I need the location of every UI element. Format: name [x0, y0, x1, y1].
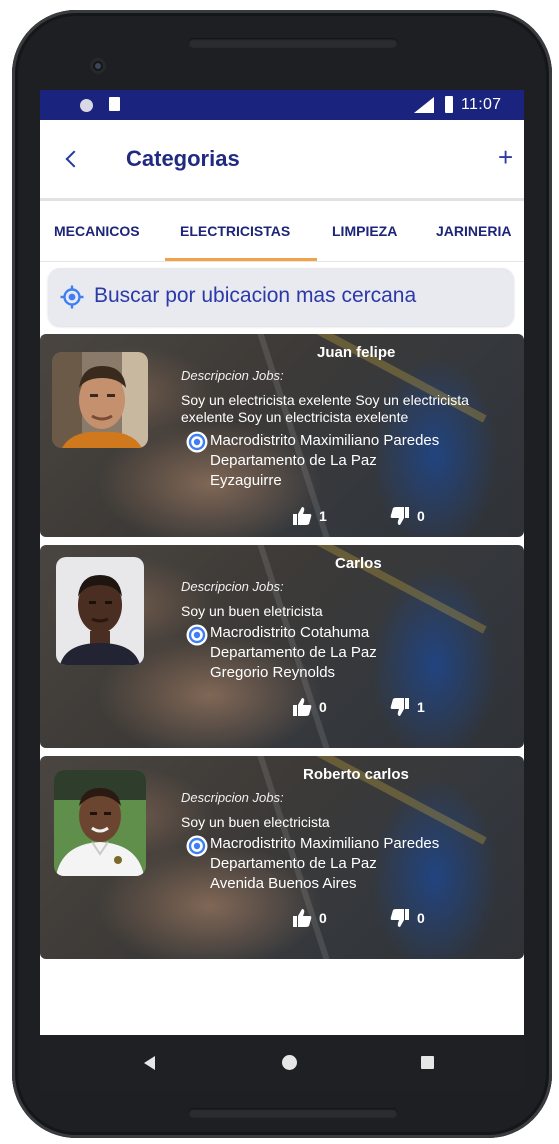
- address-line: Departamento de La Paz: [210, 452, 377, 469]
- my-location-icon: [60, 285, 84, 309]
- status-bar: 11:07: [40, 90, 524, 120]
- avatar: [56, 557, 144, 665]
- thumbs-down-icon: [390, 507, 409, 525]
- address-line: Gregorio Reynolds: [210, 664, 336, 681]
- worker-address: Macrodistrito Maximiliano Paredes Depart…: [210, 834, 439, 894]
- like-count: 1: [319, 508, 327, 524]
- like-button[interactable]: 0: [292, 697, 327, 717]
- tab-jarineria[interactable]: JARINERIA: [436, 223, 511, 239]
- tab-limpieza[interactable]: LIMPIEZA: [332, 223, 397, 239]
- nav-home-icon[interactable]: [282, 1055, 297, 1070]
- nearest-location-button[interactable]: Buscar por ubicacion mas cercana: [48, 268, 514, 326]
- description-label: Descripcion Jobs:: [181, 790, 284, 805]
- bottom-speaker: [188, 1108, 398, 1118]
- like-button[interactable]: 1: [292, 506, 327, 526]
- nav-back-icon[interactable]: [144, 1056, 155, 1070]
- tabs-divider: [40, 261, 524, 262]
- like-count: 0: [319, 910, 327, 926]
- top-speaker: [188, 38, 398, 48]
- thumbs-up-icon: [293, 698, 312, 716]
- worker-card[interactable]: Roberto carlos Descripcion Jobs: Soy un …: [40, 756, 524, 959]
- address-line: Macrodistrito Cotahuma: [210, 624, 370, 641]
- description-text: Soy un electricista exelente Soy un elec…: [181, 392, 469, 425]
- category-tabs: MECANICOS ELECTRICISTAS LIMPIEZA JARINER…: [40, 201, 524, 261]
- description-label: Descripcion Jobs:: [181, 579, 284, 594]
- worker-address: Macrodistrito Maximiliano Paredes Depart…: [210, 431, 439, 491]
- thumbs-up-icon: [293, 909, 312, 927]
- dislike-count: 0: [417, 910, 425, 926]
- signal-icon: [414, 97, 434, 113]
- system-nav-bar: [40, 1035, 524, 1090]
- address-line: Eyzaguirre: [210, 472, 282, 489]
- screen: 11:07 Categorias + MECANICOS ELECTRICIST…: [40, 90, 524, 1090]
- front-camera: [90, 58, 106, 74]
- description-text: Soy un buen eletricista: [181, 603, 323, 619]
- avatar: [54, 770, 146, 876]
- avatar: [52, 352, 148, 448]
- like-count: 0: [319, 699, 327, 715]
- phone-frame: 11:07 Categorias + MECANICOS ELECTRICIST…: [12, 10, 552, 1138]
- dislike-count: 1: [417, 699, 425, 715]
- dislike-button[interactable]: 1: [390, 697, 425, 717]
- description-text: Soy un buen electricista: [181, 814, 330, 830]
- address-line: Macrodistrito Maximiliano Paredes: [210, 432, 440, 449]
- worker-name: Juan felipe: [317, 344, 396, 361]
- worker-address: Macrodistrito Cotahuma Departamento de L…: [210, 623, 377, 683]
- tab-electricistas[interactable]: ELECTRICISTAS: [180, 223, 290, 239]
- nav-recents-icon[interactable]: [421, 1056, 434, 1069]
- address-line: Departamento de La Paz: [210, 644, 377, 661]
- chevron-left-icon[interactable]: [65, 150, 83, 168]
- app-bar: Categorias +: [40, 120, 524, 198]
- address-line: Departamento de La Paz: [210, 855, 377, 872]
- page-title: Categorias: [126, 146, 240, 171]
- status-time: 11:07: [461, 96, 502, 113]
- description-label: Descripcion Jobs:: [181, 368, 284, 383]
- sim-card-icon: [109, 97, 120, 111]
- notification-dot-icon: [80, 99, 93, 112]
- dislike-count: 0: [417, 508, 425, 524]
- location-search-label: Buscar por ubicacion mas cercana: [94, 284, 417, 307]
- like-button[interactable]: 0: [292, 908, 327, 928]
- address-line: Macrodistrito Maximiliano Paredes: [210, 835, 440, 852]
- tab-mecanicos[interactable]: MECANICOS: [54, 223, 140, 239]
- plus-icon[interactable]: +: [498, 144, 513, 170]
- location-pin-icon: [186, 431, 208, 453]
- worker-card[interactable]: Juan felipe Descripcion Jobs: Soy un ele…: [40, 334, 524, 537]
- dislike-button[interactable]: 0: [390, 506, 425, 526]
- location-pin-icon: [186, 835, 208, 857]
- worker-name: Carlos: [335, 555, 382, 572]
- address-line: Avenida Buenos Aires: [210, 875, 357, 892]
- thumbs-up-icon: [293, 507, 312, 525]
- thumbs-down-icon: [390, 909, 409, 927]
- worker-name: Roberto carlos: [303, 766, 409, 783]
- battery-icon: [445, 96, 453, 113]
- location-pin-icon: [186, 624, 208, 646]
- worker-card[interactable]: Carlos Descripcion Jobs: Soy un buen ele…: [40, 545, 524, 748]
- dislike-button[interactable]: 0: [390, 908, 425, 928]
- thumbs-down-icon: [390, 698, 409, 716]
